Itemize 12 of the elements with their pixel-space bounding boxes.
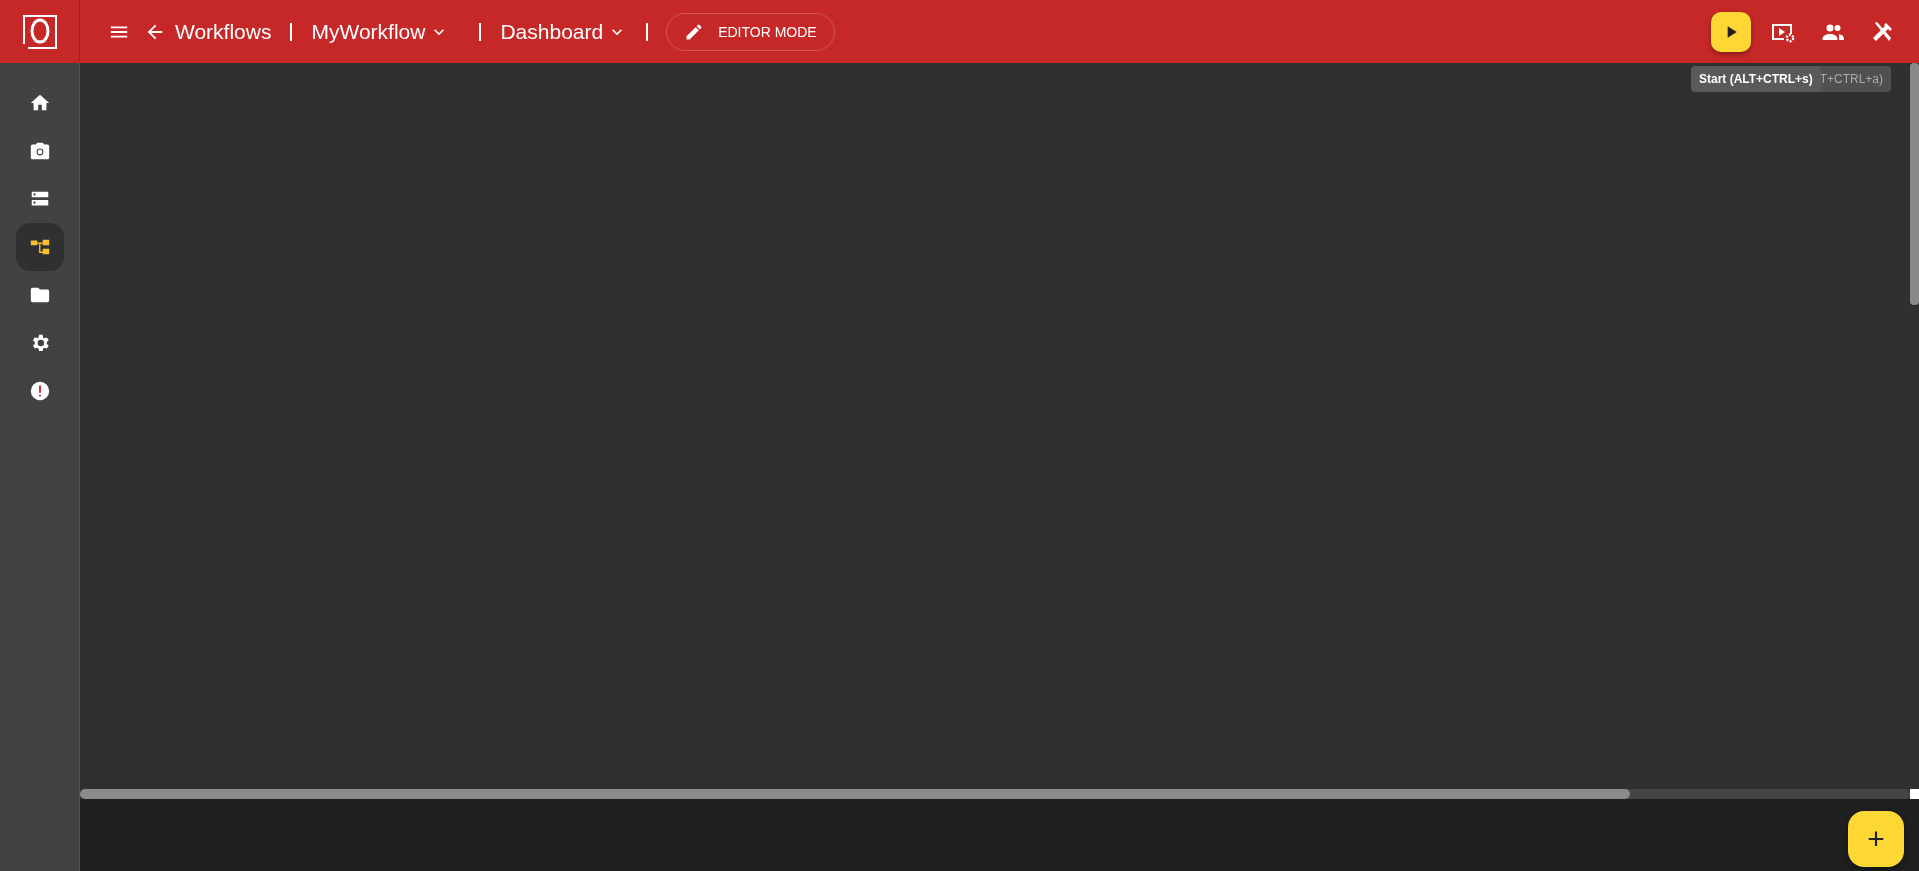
workflow-nav-item[interactable]	[15, 223, 64, 271]
horizontal-scrollbar[interactable]	[80, 789, 1910, 799]
play-button[interactable]	[1711, 11, 1751, 52]
breadcrumb-link[interactable]: MyWorkflow	[311, 19, 426, 44]
logo-icon	[21, 13, 58, 50]
alert-icon	[28, 380, 51, 402]
camera-icon	[28, 140, 51, 162]
tooltip: Start (ALT+CTRL+s)	[1691, 66, 1821, 92]
add-button[interactable]: +	[1848, 811, 1904, 867]
breadcrumb-link[interactable]: Dashboard	[500, 19, 604, 44]
scrollbar-corner	[1910, 789, 1919, 799]
breadcrumb-link[interactable]: Workflows	[175, 19, 272, 44]
